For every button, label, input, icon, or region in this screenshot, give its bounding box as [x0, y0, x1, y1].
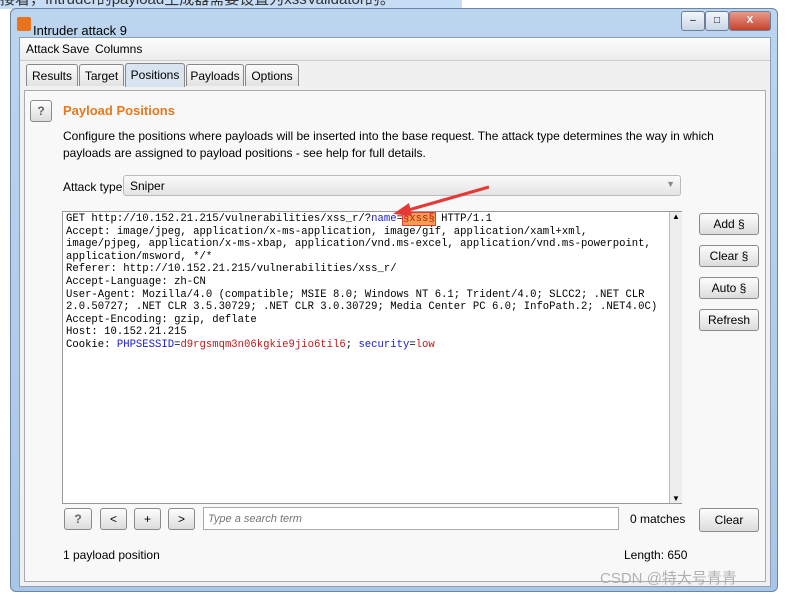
scroll-up-icon[interactable]: ▲ [670, 212, 682, 221]
tab-target[interactable]: Target [79, 64, 124, 86]
editor-scrollbar[interactable]: ▲ ▼ [669, 212, 682, 503]
tab-positions[interactable]: Positions [125, 63, 185, 87]
tab-results[interactable]: Results [26, 64, 78, 86]
request-line: Accept: image/jpeg, application/x-ms-app… [66, 225, 588, 238]
request-line: Accept-Encoding: gzip, deflate [66, 313, 257, 326]
cookie-value: d9rgsmqm3n06kgkie9jio6til6 [180, 338, 346, 351]
menu-attack[interactable]: Attack [26, 42, 59, 56]
cookie-value: low [415, 338, 435, 351]
cookie-name: PHPSESSID [116, 338, 175, 351]
request-line: Host: 10.152.21.215 [66, 326, 187, 339]
help-icon[interactable]: ? [30, 100, 52, 122]
menu-bar: Attack Save Columns [20, 38, 770, 61]
request-line: User-Agent: Mozilla/4.0 (compatible; MSI… [66, 288, 645, 301]
csdn-watermark: CSDN @特大号青青 [600, 570, 737, 587]
add-marker-button[interactable]: Add § [699, 213, 759, 235]
search-match-count: 0 matches [630, 512, 686, 526]
annotation-arrow-icon [393, 185, 490, 216]
auto-markers-button[interactable]: Auto § [699, 277, 759, 299]
request-line: Referer: http://10.152.21.215/vulnerabil… [66, 263, 397, 276]
scroll-down-icon[interactable]: ▼ [670, 494, 682, 503]
attack-type-value: Sniper [130, 179, 165, 193]
chevron-down-icon: ▼ [666, 179, 675, 189]
request-length: Length: 650 [624, 548, 688, 562]
tab-options[interactable]: Options [245, 64, 299, 86]
request-line: application/msword, */* [66, 250, 213, 263]
request-text: ; [345, 338, 359, 351]
search-clear-button[interactable]: Clear [699, 508, 759, 532]
description-line-2: payloads are assigned to payload positio… [63, 146, 426, 160]
section-title: Payload Positions [63, 103, 175, 118]
search-options-button[interactable]: + [134, 508, 161, 530]
description-line-1: Configure the positions where payloads w… [63, 129, 714, 143]
window-content: Attack Save Columns Results Target Posit… [19, 37, 771, 587]
burp-logo-icon [17, 17, 31, 31]
search-help-button[interactable]: ? [64, 508, 92, 530]
menu-save[interactable]: Save [62, 42, 89, 56]
request-text: GET http://10.152.21.215/vulnerabilities… [66, 213, 372, 225]
clear-markers-button[interactable]: Clear § [699, 245, 759, 267]
cookie-name: security [358, 338, 410, 351]
intruder-window: Intruder attack 9 – □ X Attack Save Colu… [10, 8, 778, 592]
search-next-button[interactable]: > [168, 508, 195, 530]
attack-type-label: Attack type: [63, 180, 126, 194]
menu-columns[interactable]: Columns [95, 42, 142, 56]
search-prev-button[interactable]: < [100, 508, 127, 530]
close-button[interactable]: X [729, 11, 771, 31]
minimize-button[interactable]: – [681, 11, 705, 31]
request-line: 2.0.50727; .NET CLR 3.5.30729; .NET CLR … [66, 301, 658, 314]
request-line: image/pjpeg, application/x-ms-xbap, appl… [66, 238, 651, 251]
tab-payloads[interactable]: Payloads [186, 64, 244, 86]
positions-panel: ? Payload Positions Configure the positi… [24, 90, 766, 582]
maximize-button[interactable]: □ [705, 11, 729, 31]
request-text: Cookie: [66, 338, 117, 351]
search-input[interactable] [203, 507, 619, 530]
request-editor[interactable]: GET http://10.152.21.215/vulnerabilities… [62, 211, 682, 504]
payload-position-count: 1 payload position [63, 548, 160, 562]
request-line: Accept-Language: zh-CN [66, 275, 206, 288]
refresh-button[interactable]: Refresh [699, 309, 759, 331]
